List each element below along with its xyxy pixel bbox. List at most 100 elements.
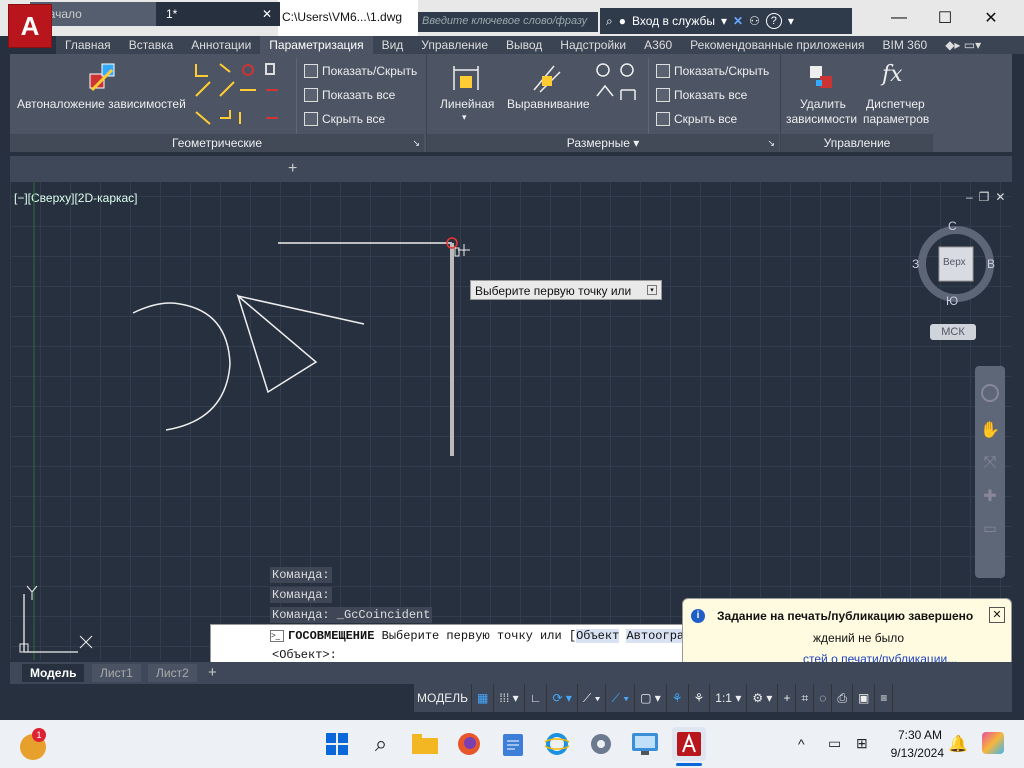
delete-constraints-label-2[interactable]: зависимости: [786, 112, 857, 126]
autocad-taskbar-icon[interactable]: [672, 727, 706, 761]
app-menu-button[interactable]: A: [8, 4, 52, 48]
clock-date[interactable]: 9/13/2024: [884, 746, 944, 760]
snap-icon[interactable]: ⁞⁞⁞ ▾: [494, 684, 525, 712]
tooltip-dropdown-icon[interactable]: ▾: [647, 285, 657, 295]
annotation-scale[interactable]: 1:1 ▾: [710, 684, 748, 712]
windows-start-icon[interactable]: [320, 727, 354, 761]
linear-label[interactable]: Линейная: [440, 97, 494, 111]
aligned-label[interactable]: Выравнивание: [507, 97, 590, 111]
wcs-menu[interactable]: МСК: [930, 324, 976, 340]
tab-manage[interactable]: Управление: [412, 36, 497, 54]
firefox-icon[interactable]: [452, 727, 486, 761]
tab-drawing[interactable]: 1* ✕: [156, 2, 280, 26]
close-notification-icon[interactable]: ✕: [989, 607, 1005, 623]
signin-label[interactable]: Вход в службы: [632, 14, 715, 28]
zoom-extents-icon[interactable]: ⤧: [975, 454, 1005, 472]
clock-time[interactable]: 7:30 AM: [896, 728, 942, 742]
remote-desktop-icon[interactable]: [628, 727, 662, 761]
isolate-objects-icon[interactable]: ◌: [814, 684, 833, 712]
delete-constraints-label-1[interactable]: Удалить: [800, 97, 846, 111]
tab-parametric[interactable]: Параметризация: [260, 36, 373, 54]
panel-geometric-header[interactable]: Геометрические ↘: [10, 134, 424, 152]
dim-show-all-button[interactable]: Показать все: [656, 84, 747, 106]
tab-home[interactable]: Главная: [56, 36, 120, 54]
steering-wheel-icon[interactable]: [981, 384, 999, 402]
tab-output[interactable]: Вывод: [497, 36, 551, 54]
new-tab-icon[interactable]: +: [288, 160, 297, 178]
orbit-icon[interactable]: ✚: [975, 486, 1005, 506]
auto-constrain-icon[interactable]: [86, 60, 120, 94]
tab-layout1[interactable]: Лист1: [92, 664, 141, 682]
minimize-button[interactable]: —: [876, 0, 922, 36]
exchange-icon[interactable]: ✕: [733, 14, 743, 28]
signin-dropdown-icon[interactable]: ▾: [721, 14, 727, 28]
panel-manage-header[interactable]: Управление: [781, 134, 933, 152]
notepad-icon[interactable]: [496, 727, 530, 761]
pan-icon[interactable]: ✋: [975, 420, 1005, 440]
workspace-gear-icon[interactable]: ⚙ ▾: [747, 684, 779, 712]
option-object[interactable]: Объект: [576, 629, 620, 643]
file-explorer-icon[interactable]: [408, 727, 442, 761]
ortho-icon[interactable]: ∟: [525, 684, 548, 712]
close-tab-icon[interactable]: ✕: [262, 7, 272, 21]
plot-status-icon[interactable]: ⎙: [832, 684, 853, 712]
clean-screen-icon[interactable]: ▣: [853, 684, 876, 712]
binoculars-icon[interactable]: ⌕: [606, 14, 613, 29]
copilot-icon[interactable]: [982, 732, 1004, 754]
tab-model[interactable]: Модель: [22, 664, 85, 682]
notification-bell-icon[interactable]: 🔔: [948, 734, 968, 754]
internet-explorer-icon[interactable]: [540, 727, 574, 761]
tab-view[interactable]: Вид: [373, 36, 413, 54]
geom-show-all-button[interactable]: Показать все: [304, 84, 395, 106]
help-dropdown-icon[interactable]: ▾: [788, 14, 794, 28]
tab-featured-apps[interactable]: Рекомендованные приложения: [681, 36, 873, 54]
viewcube-west[interactable]: З: [912, 257, 919, 271]
close-button[interactable]: ✕: [968, 0, 1014, 36]
param-manager-label-1[interactable]: Диспетчер: [866, 97, 925, 111]
network-icon[interactable]: ⊞: [856, 735, 868, 752]
panel-dropdown-icon[interactable]: ▾: [630, 136, 639, 150]
geom-show-hide-button[interactable]: Показать/Скрыть: [304, 60, 417, 82]
drawing-geometry[interactable]: [0, 182, 1012, 660]
polar-tracking-icon[interactable]: ⟳ ▾: [547, 684, 578, 712]
units-icon[interactable]: ⌗: [796, 684, 815, 712]
autoscale-icon[interactable]: ⚘: [689, 684, 711, 712]
viewcube-south[interactable]: Ю: [946, 294, 958, 308]
linear-dropdown-icon[interactable]: ▾: [462, 112, 467, 123]
panel-launcher-icon[interactable]: ↘: [767, 134, 775, 152]
help-icon[interactable]: ?: [765, 13, 782, 29]
panel-dimensional-header[interactable]: Размерные ▾ ↘: [427, 134, 779, 152]
panel-launcher-icon[interactable]: ↘: [412, 134, 420, 152]
customize-status-icon[interactable]: ≡: [875, 684, 894, 712]
autodesk-app-icon[interactable]: ⚇: [749, 14, 760, 28]
tab-annotate[interactable]: Аннотации: [182, 36, 260, 54]
tab-addins[interactable]: Надстройки: [551, 36, 635, 54]
viewcube-face[interactable]: Верх: [943, 257, 966, 268]
geom-hide-all-button[interactable]: Скрыть все: [304, 108, 385, 130]
settings-gear-icon[interactable]: [584, 727, 618, 761]
show-hidden-icons-icon[interactable]: ^: [798, 736, 805, 752]
auto-constrain-label[interactable]: Автоналожение зависимостей: [17, 97, 186, 111]
command-input[interactable]: <Объект>:: [272, 648, 337, 662]
viewcube-east[interactable]: В: [987, 257, 995, 271]
geometric-constraints-grid[interactable]: [190, 60, 286, 130]
phone-link-icon[interactable]: ▭: [828, 735, 841, 752]
annotation-visibility-icon[interactable]: ⚘: [667, 684, 689, 712]
param-manager-fx-icon[interactable]: fx: [882, 62, 912, 92]
lineweight-icon[interactable]: ⟋ ▾: [606, 684, 636, 712]
ribbon-options-icon[interactable]: ◆▸ ▭▾: [936, 36, 990, 54]
delete-constraints-icon[interactable]: [806, 62, 836, 92]
command-prompt-icon[interactable]: >_: [270, 630, 284, 642]
maximize-button[interactable]: ☐: [922, 0, 968, 36]
selection-icon[interactable]: ▢ ▾: [635, 684, 667, 712]
search-icon[interactable]: ⌕: [364, 727, 398, 761]
dim-show-hide-button[interactable]: Показать/Скрыть: [656, 60, 769, 82]
showmotion-icon[interactable]: ▭: [975, 520, 1005, 537]
dimensional-small-icons[interactable]: [594, 60, 638, 104]
dim-hide-all-button[interactable]: Скрыть все: [656, 108, 737, 130]
tab-a360[interactable]: A360: [635, 36, 681, 54]
aligned-dimension-icon[interactable]: [530, 62, 562, 94]
user-icon[interactable]: ●: [619, 14, 626, 28]
model-space-button[interactable]: МОДЕЛЬ: [414, 684, 472, 712]
param-manager-label-2[interactable]: параметров: [863, 112, 929, 126]
